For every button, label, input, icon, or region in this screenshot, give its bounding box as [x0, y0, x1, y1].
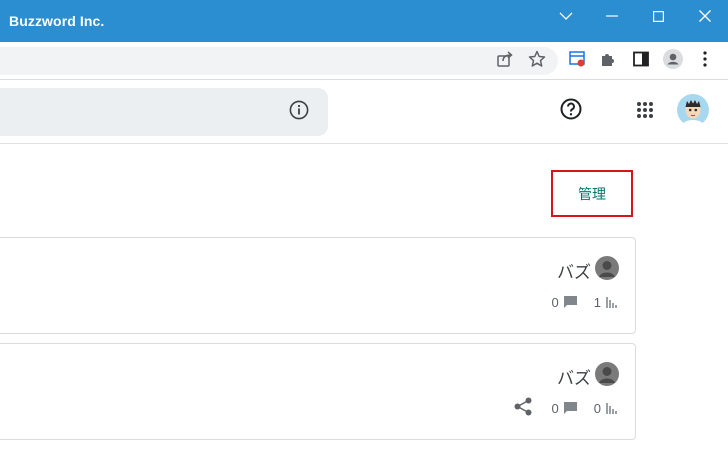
maximize-icon: [652, 10, 664, 22]
browser-menu-button[interactable]: [694, 50, 716, 72]
help-icon: [560, 98, 582, 125]
app-header: [0, 80, 728, 144]
close-icon: [699, 10, 711, 22]
minimize-icon: [606, 15, 618, 17]
post-card[interactable]: バズ 0 0: [0, 343, 636, 440]
comment-count: 0: [551, 400, 559, 416]
more-vert-icon: [703, 50, 707, 72]
side-panel-icon: [633, 51, 649, 72]
bookmark-button[interactable]: [526, 50, 548, 72]
window-title: Buzzword Inc.: [9, 13, 105, 29]
views-chart-icon: [606, 402, 617, 414]
share-page-button[interactable]: [494, 50, 516, 72]
extensions-button[interactable]: [597, 50, 619, 72]
post-author: バズ: [557, 255, 619, 285]
comment-count: 0: [551, 294, 559, 310]
side-panel-button[interactable]: [630, 50, 652, 72]
views-chart-icon: [606, 296, 617, 308]
manage-button-label: 管理: [578, 185, 606, 202]
author-name: バズ: [557, 368, 591, 388]
post-stats: 0 1: [552, 293, 617, 311]
view-count: 0: [593, 400, 601, 416]
bookmark-star-icon: [528, 50, 546, 73]
chevron-down-button[interactable]: [543, 0, 589, 32]
minimize-button[interactable]: [589, 0, 635, 32]
manage-button[interactable]: 管理: [551, 170, 633, 217]
maximize-button[interactable]: [635, 0, 681, 32]
chevron-down-icon: [559, 11, 573, 21]
browser-toolbar: [0, 42, 728, 80]
post-stats: 0 0: [514, 397, 617, 419]
comment-icon: [563, 402, 577, 414]
info-button[interactable]: [287, 100, 311, 124]
post-card[interactable]: バズ 0 1: [0, 237, 636, 334]
comment-icon: [563, 296, 577, 308]
share-icon: [496, 50, 514, 73]
info-icon: [289, 100, 309, 125]
share-nodes-icon: [514, 397, 532, 419]
profile-button[interactable]: [662, 48, 684, 74]
apps-grid-icon: [636, 101, 654, 124]
extension-button[interactable]: [566, 50, 588, 72]
window-title-bar: Buzzword Inc.: [0, 0, 728, 42]
author-name: バズ: [557, 262, 591, 282]
share-post-button[interactable]: [514, 397, 532, 419]
user-avatar: [677, 93, 709, 131]
account-button[interactable]: [677, 93, 709, 131]
apps-button[interactable]: [633, 100, 657, 124]
view-count: 1: [593, 294, 601, 310]
help-button[interactable]: [558, 98, 584, 124]
profile-icon: [663, 48, 683, 74]
address-bar[interactable]: [0, 47, 558, 75]
close-button[interactable]: [682, 0, 728, 32]
puzzle-extensions-icon: [599, 50, 617, 73]
post-author: バズ: [557, 361, 619, 391]
search-box[interactable]: [0, 88, 328, 136]
extension-colored-icon: [568, 50, 586, 73]
author-avatar: [595, 361, 619, 391]
author-avatar: [595, 255, 619, 285]
